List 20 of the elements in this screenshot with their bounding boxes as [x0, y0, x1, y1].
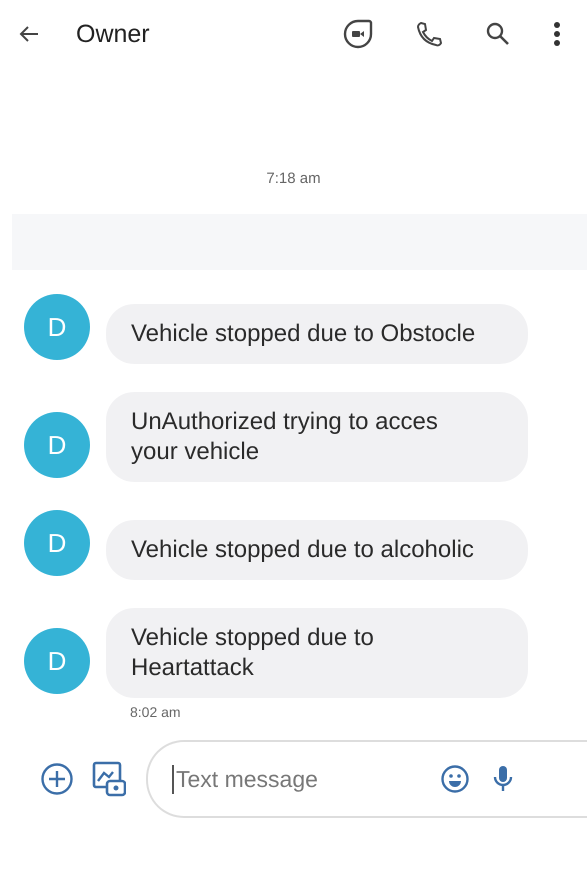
- message-input-field[interactable]: Text message: [172, 764, 418, 794]
- contact-avatar[interactable]: D: [24, 510, 90, 576]
- message-bubble: Vehicle stopped due to Heartattack: [106, 608, 528, 698]
- contact-avatar[interactable]: D: [24, 412, 90, 478]
- video-call-icon[interactable]: [343, 19, 373, 49]
- search-icon[interactable]: [485, 21, 511, 47]
- message-bubble: UnAuthorized trying to acces your vehicle: [106, 392, 528, 482]
- conversation-title: Owner: [76, 20, 150, 48]
- phone-icon[interactable]: [415, 20, 443, 48]
- contact-avatar[interactable]: D: [24, 628, 90, 694]
- add-icon[interactable]: [40, 762, 74, 796]
- message-timestamp: 7:18 am: [265, 170, 322, 189]
- message-bubble: Vehicle stopped due to Obstocle: [106, 304, 528, 364]
- contact-avatar[interactable]: D: [24, 294, 90, 360]
- emoji-icon[interactable]: [440, 764, 470, 794]
- more-options-icon[interactable]: [553, 21, 561, 47]
- microphone-icon[interactable]: [492, 764, 514, 794]
- message-bubble: Vehicle stopped due to alcoholic: [106, 520, 528, 580]
- message-timestamp: 8:02 am: [130, 704, 182, 720]
- gallery-camera-icon[interactable]: [92, 761, 126, 797]
